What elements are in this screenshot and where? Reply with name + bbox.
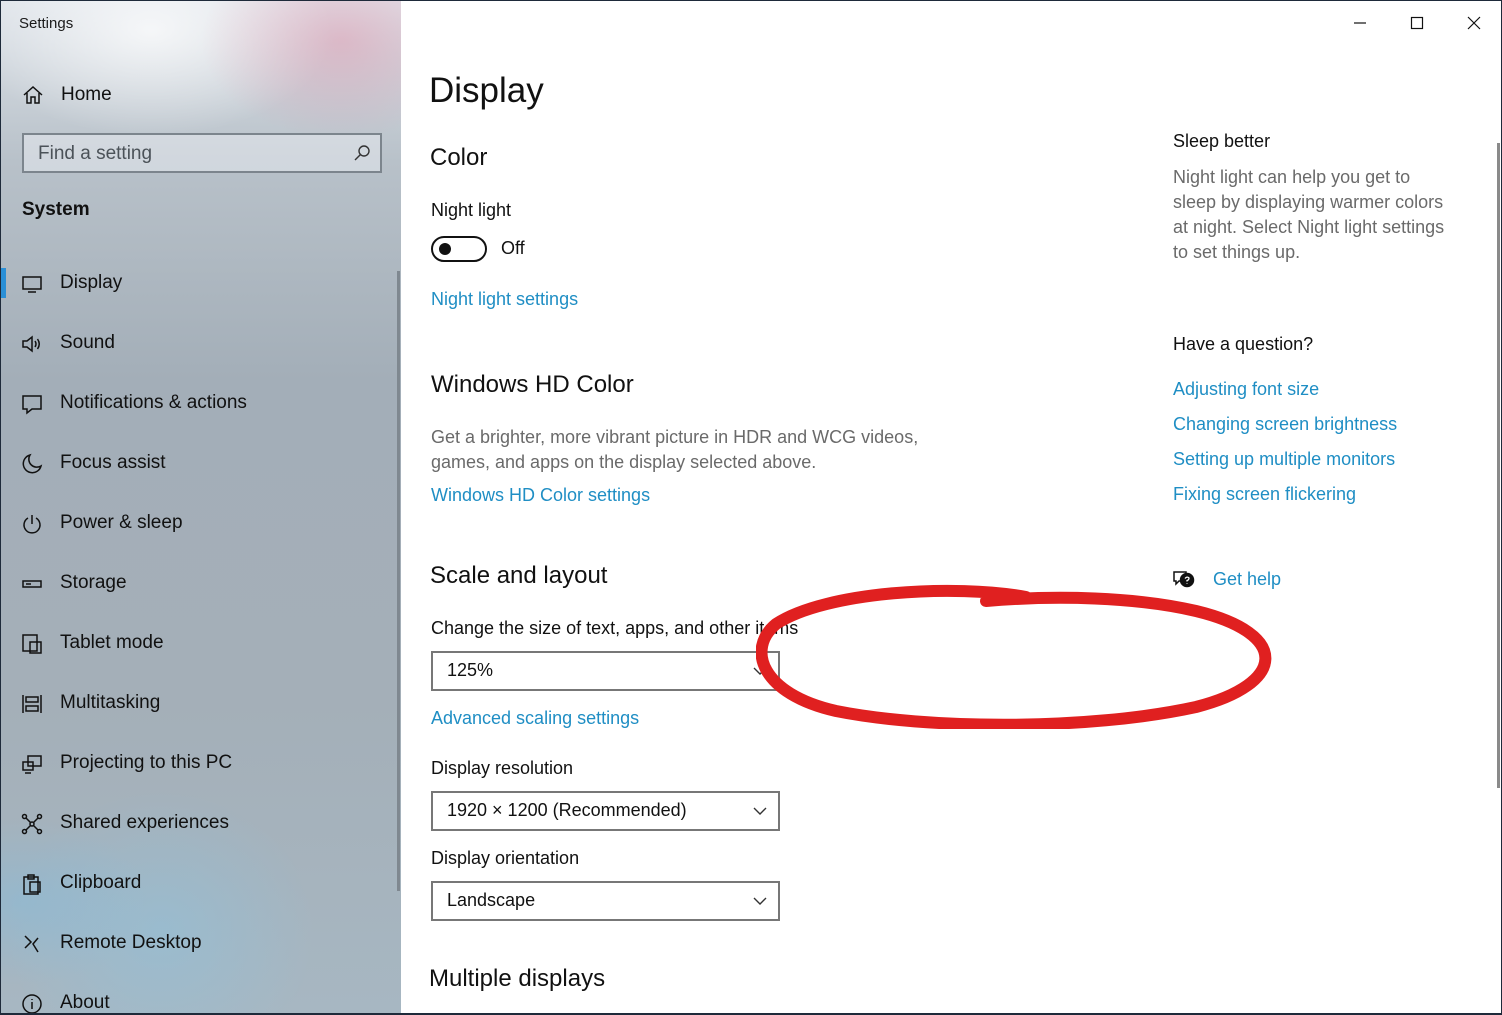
sidebar: Settings Home System Display Sound	[1, 1, 401, 1013]
sidebar-item-label: Shared experiences	[60, 812, 229, 833]
app-title: Settings	[19, 15, 74, 32]
night-light-state: Off	[501, 238, 525, 258]
multitasking-icon	[22, 695, 42, 713]
scale-value: 125%	[447, 660, 494, 680]
sidebar-item-projecting[interactable]: Projecting to this PC	[1, 734, 401, 794]
sidebar-item-focus-assist[interactable]: Focus assist	[1, 434, 401, 494]
sidebar-item-label: Tablet mode	[60, 632, 164, 653]
sidebar-nav: Display Sound Notifications & actions Fo…	[1, 254, 401, 1013]
scale-layout-heading: Scale and layout	[430, 562, 608, 589]
orientation-value: Landscape	[447, 890, 536, 910]
settings-window: Settings Home System Display Sound	[1, 1, 1501, 1013]
sidebar-item-label: Clipboard	[60, 872, 142, 893]
maximize-icon[interactable]	[1402, 9, 1432, 37]
advanced-scaling-link[interactable]: Advanced scaling settings	[431, 708, 639, 729]
sidebar-item-power-sleep[interactable]: Power & sleep	[1, 494, 401, 554]
red-circle-annotation	[756, 584, 1272, 729]
sleep-text-line: Night light can help you get to	[1173, 167, 1411, 187]
color-heading: Color	[430, 144, 488, 171]
remote-desktop-icon	[24, 935, 39, 953]
chevron-down-icon	[753, 667, 767, 675]
sidebar-item-label: About	[60, 992, 110, 1013]
page-title: Display	[429, 71, 544, 110]
resolution-dropdown[interactable]: 1920 × 1200 (Recommended)	[431, 791, 780, 831]
moon-icon	[22, 453, 43, 474]
sidebar-item-remote-desktop[interactable]: Remote Desktop	[1, 914, 401, 974]
close-icon[interactable]	[1459, 9, 1489, 37]
scale-label: Change the size of text, apps, and other…	[431, 618, 799, 638]
sidebar-item-label: Multitasking	[60, 692, 161, 713]
home-icon	[23, 85, 43, 104]
sleep-text-line: sleep by displaying warmer colors	[1173, 192, 1444, 212]
home-label: Home	[61, 84, 112, 105]
hd-color-settings-link[interactable]: Windows HD Color settings	[431, 485, 650, 506]
sleep-better-text: Night light can help you get to sleep by…	[1173, 165, 1444, 265]
get-help-link[interactable]: Get help	[1213, 569, 1281, 590]
sidebar-item-tablet-mode[interactable]: Tablet mode	[1, 614, 401, 674]
chevron-down-icon	[753, 897, 767, 905]
sidebar-item-label: Focus assist	[60, 452, 166, 473]
clipboard-icon	[23, 874, 41, 895]
sidebar-item-clipboard[interactable]: Clipboard	[1, 854, 401, 914]
night-light-settings-link[interactable]: Night light settings	[431, 289, 578, 310]
get-help-icon[interactable]	[1172, 569, 1196, 591]
home-nav-item[interactable]: Home	[1, 73, 401, 117]
shared-experiences-icon	[21, 813, 43, 835]
help-link-brightness[interactable]: Changing screen brightness	[1173, 414, 1397, 435]
sidebar-item-label: Projecting to this PC	[60, 752, 233, 773]
search-box[interactable]	[22, 133, 382, 173]
resolution-label: Display resolution	[431, 758, 574, 778]
sidebar-item-about[interactable]: About	[1, 974, 401, 1013]
sidebar-scrollbar[interactable]	[397, 271, 400, 891]
main-scrollbar[interactable]	[1497, 143, 1500, 788]
sleep-text-line: at night. Select Night light settings	[1173, 217, 1445, 237]
storage-icon	[22, 580, 42, 588]
projecting-icon	[22, 755, 42, 774]
sidebar-item-shared-experiences[interactable]: Shared experiences	[1, 794, 401, 854]
sidebar-item-storage[interactable]: Storage	[1, 554, 401, 614]
sidebar-item-label: Display	[60, 272, 123, 293]
power-icon	[23, 515, 41, 534]
night-light-toggle[interactable]	[431, 236, 487, 262]
toggle-knob	[439, 243, 451, 255]
section-title: System	[22, 199, 90, 220]
sidebar-item-label: Notifications & actions	[60, 392, 247, 413]
tablet-mode-icon	[22, 634, 42, 654]
sidebar-item-multitasking[interactable]: Multitasking	[1, 674, 401, 734]
search-icon[interactable]	[352, 143, 372, 163]
sidebar-item-label: Sound	[60, 332, 115, 353]
orientation-dropdown[interactable]: Landscape	[431, 881, 780, 921]
multiple-displays-heading: Multiple displays	[429, 965, 606, 992]
notification-icon	[22, 395, 42, 415]
help-link-font-size[interactable]: Adjusting font size	[1173, 379, 1319, 400]
orientation-label: Display orientation	[431, 848, 580, 868]
help-link-multiple-monitors[interactable]: Setting up multiple monitors	[1173, 449, 1395, 470]
sleep-text-line: to set things up.	[1173, 242, 1301, 262]
chevron-down-icon	[753, 807, 767, 815]
sidebar-item-label: Storage	[60, 572, 127, 593]
hd-color-description: Get a brighter, more vibrant picture in …	[431, 425, 918, 475]
sidebar-item-display[interactable]: Display	[1, 254, 401, 314]
info-icon	[22, 994, 42, 1013]
sidebar-item-notifications[interactable]: Notifications & actions	[1, 374, 401, 434]
monitor-icon	[22, 276, 42, 293]
main-content: Display Color Night light Off Night ligh…	[401, 1, 1501, 1013]
scale-dropdown[interactable]: 125%	[431, 651, 780, 691]
sleep-better-heading: Sleep better	[1173, 131, 1271, 151]
question-heading: Have a question?	[1173, 334, 1314, 354]
sidebar-item-label: Power & sleep	[60, 512, 183, 533]
search-input[interactable]	[24, 135, 340, 173]
night-light-label: Night light	[431, 200, 512, 220]
help-link-flickering[interactable]: Fixing screen flickering	[1173, 484, 1356, 505]
speaker-icon	[22, 335, 40, 353]
sidebar-item-sound[interactable]: Sound	[1, 314, 401, 374]
sidebar-item-label: Remote Desktop	[60, 932, 202, 953]
hd-color-description-line1: Get a brighter, more vibrant picture in …	[431, 427, 919, 447]
minimize-icon[interactable]	[1345, 9, 1375, 37]
hd-color-description-line2: games, and apps on the display selected …	[431, 452, 817, 472]
resolution-value: 1920 × 1200 (Recommended)	[447, 800, 687, 820]
hd-color-heading: Windows HD Color	[431, 371, 634, 398]
